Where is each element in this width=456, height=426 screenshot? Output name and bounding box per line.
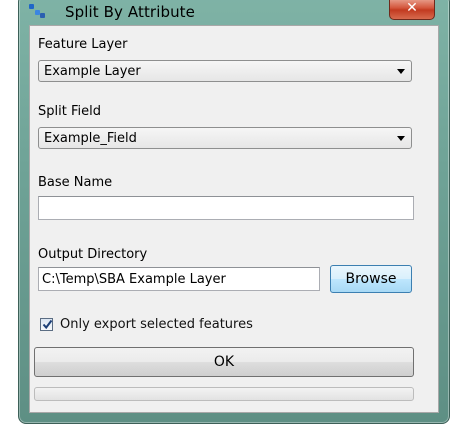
ok-button[interactable]: OK	[34, 347, 414, 377]
chevron-down-icon	[397, 69, 405, 74]
output-directory-input[interactable]: C:\Temp\SBA Example Layer	[38, 267, 320, 291]
feature-layer-label: Feature Layer	[38, 37, 128, 52]
split-field-label: Split Field	[38, 104, 101, 119]
dialog-window: Split By Attribute ✕ Feature Layer Examp…	[18, 0, 450, 424]
base-name-label: Base Name	[38, 175, 113, 190]
checkmark-icon	[42, 319, 53, 330]
window-title: Split By Attribute	[65, 3, 195, 21]
feature-layer-value: Example Layer	[44, 64, 141, 79]
close-button[interactable]: ✕	[389, 0, 435, 20]
progress-bar	[34, 387, 414, 401]
chevron-down-icon	[397, 136, 405, 141]
close-icon: ✕	[406, 0, 418, 16]
title-bar[interactable]: Split By Attribute ✕	[19, 0, 449, 25]
split-field-dropdown[interactable]: Example_Field	[38, 127, 412, 149]
dialog-body: Feature Layer Example Layer Split Field …	[29, 25, 439, 413]
only-selected-checkbox[interactable]	[40, 318, 53, 331]
browse-button[interactable]: Browse	[330, 265, 412, 293]
base-name-input[interactable]	[38, 196, 414, 220]
feature-layer-dropdown[interactable]: Example Layer	[38, 60, 412, 82]
output-directory-value: C:\Temp\SBA Example Layer	[42, 272, 226, 287]
split-field-value: Example_Field	[44, 131, 137, 146]
output-directory-label: Output Directory	[38, 247, 148, 262]
only-selected-label: Only export selected features	[60, 317, 253, 332]
app-icon	[29, 4, 45, 18]
